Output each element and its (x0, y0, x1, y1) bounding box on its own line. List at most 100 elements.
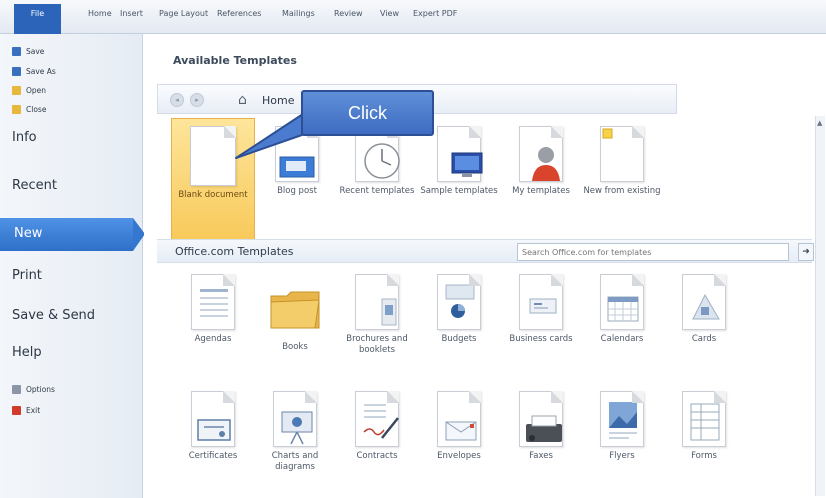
template-label: Envelopes (437, 451, 481, 461)
template-label: Forms (691, 451, 717, 461)
faxes-icon (519, 391, 563, 447)
certificate-graphic (197, 419, 231, 441)
sidebar-item-print[interactable]: Print (12, 268, 42, 283)
template-sample-templates[interactable]: Sample templates (419, 126, 499, 197)
budget-graphic (445, 284, 475, 318)
template-label: Blog post (277, 186, 317, 196)
sidebar-item-label: Exit (26, 405, 41, 415)
page-title: Available Templates (173, 54, 297, 67)
template-label: Cards (691, 334, 717, 344)
save-icon (12, 46, 21, 56)
template-books[interactable]: Books (255, 274, 335, 353)
sidebar-item-label: Open (26, 85, 47, 95)
template-forms[interactable]: Forms (664, 391, 744, 462)
tab-view[interactable]: View (380, 9, 399, 18)
calendar-graphic (607, 296, 639, 322)
card-graphic (692, 293, 720, 320)
contract-graphic (363, 404, 399, 439)
agendas-icon (191, 274, 235, 330)
certificates-icon (191, 391, 235, 447)
search-input[interactable] (517, 243, 789, 261)
agenda-graphic (200, 289, 228, 317)
tab-home[interactable]: Home (88, 9, 112, 18)
tab-insert[interactable]: Insert (120, 9, 143, 18)
tab-page-layout[interactable]: Page Layout (159, 9, 208, 18)
callout-text: Click (348, 103, 387, 123)
sidebar-item-label: Close (26, 104, 47, 114)
options-icon (12, 384, 21, 394)
template-label: My templates (512, 186, 570, 196)
home-icon[interactable]: ⌂ (238, 92, 247, 108)
back-button[interactable]: ◂ (170, 93, 184, 107)
template-label: Blank document (178, 190, 248, 200)
template-business-cards[interactable]: Business cards (501, 274, 581, 345)
template-certificates[interactable]: Certificates (173, 391, 253, 462)
template-recent-templates[interactable]: Recent templates (337, 126, 417, 197)
tab-file[interactable]: File (14, 4, 61, 34)
ribbon-tab-bar: File Home Insert Page Layout References … (0, 0, 826, 34)
star-graphic (602, 128, 613, 139)
template-label: Faxes (529, 451, 553, 461)
template-charts-diagrams[interactable]: Charts and diagrams (255, 391, 335, 473)
sidebar-item-save-as[interactable]: Save As (12, 63, 56, 79)
sidebar-item-recent[interactable]: Recent (12, 178, 57, 193)
template-label: Books (282, 342, 308, 352)
template-label: Flyers (609, 451, 635, 461)
sidebar-item-info[interactable]: Info (12, 130, 37, 145)
person-graphic (532, 147, 560, 181)
new-from-existing-icon (600, 126, 644, 182)
sidebar-item-help[interactable]: Help (12, 345, 42, 360)
section-title: Office.com Templates (175, 245, 294, 258)
monitor-graphic (451, 152, 483, 177)
template-blank-document[interactable]: Blank document (173, 126, 253, 201)
envelope-graphic (445, 421, 477, 441)
sidebar-item-save-send[interactable]: Save & Send (12, 308, 95, 323)
save-as-icon (12, 66, 21, 76)
tab-expert-pdf[interactable]: Expert PDF (413, 9, 457, 18)
template-budgets[interactable]: Budgets (419, 274, 499, 345)
sidebar-item-open[interactable]: Open (12, 82, 46, 98)
scroll-up-arrow-icon[interactable]: ▲ (817, 119, 822, 127)
tab-mailings[interactable]: Mailings (282, 9, 315, 18)
template-contracts[interactable]: Contracts (337, 391, 417, 462)
template-blog-post[interactable]: Blog post (257, 126, 337, 197)
sidebar-item-close[interactable]: Close (12, 101, 46, 117)
flyers-icon (600, 391, 644, 447)
exit-icon (12, 405, 21, 415)
tab-references[interactable]: References (217, 9, 261, 18)
template-cards[interactable]: Cards (664, 274, 744, 345)
template-envelopes[interactable]: Envelopes (419, 391, 499, 462)
template-label: Budgets (441, 334, 477, 344)
blank-document-icon (190, 126, 236, 186)
templates-scrollbar[interactable]: ▲ (815, 116, 825, 496)
cards-icon (682, 274, 726, 330)
backstage-sidebar: Save Save As Open Close Info Recent New … (0, 34, 145, 498)
sidebar-item-save[interactable]: Save (12, 43, 44, 59)
template-calendars[interactable]: Calendars (582, 274, 662, 345)
sidebar-item-new[interactable]: New (14, 226, 42, 241)
template-faxes[interactable]: Faxes (501, 391, 581, 462)
envelopes-icon (437, 391, 481, 447)
template-brochures[interactable]: Brochures and booklets (337, 274, 417, 356)
office-templates-header: Office.com Templates ➜ (157, 239, 814, 263)
fax-machine-graphic (526, 415, 562, 442)
forward-button[interactable]: ▸ (190, 93, 204, 107)
template-flyers[interactable]: Flyers (582, 391, 662, 462)
tab-review[interactable]: Review (334, 9, 363, 18)
business-card-graphic (529, 298, 557, 314)
search-go-button[interactable]: ➜ (798, 243, 814, 261)
budgets-icon (437, 274, 481, 330)
business-cards-icon (519, 274, 563, 330)
template-label: Recent templates (339, 186, 415, 196)
sidebar-item-exit[interactable]: Exit (12, 402, 40, 418)
forms-icon (682, 391, 726, 447)
breadcrumb-home[interactable]: Home (262, 94, 294, 107)
sidebar-item-options[interactable]: Options (12, 381, 55, 397)
template-my-templates[interactable]: My templates (501, 126, 581, 197)
template-agendas[interactable]: Agendas (173, 274, 253, 345)
my-templates-icon (519, 126, 563, 182)
templates-pane: Available Templates ◂ ▸ ⌂ Home Blank doc… (144, 34, 826, 498)
template-label: New from existing (583, 186, 661, 196)
template-new-from-existing[interactable]: New from existing (582, 126, 662, 197)
template-label: Business cards (509, 334, 573, 344)
